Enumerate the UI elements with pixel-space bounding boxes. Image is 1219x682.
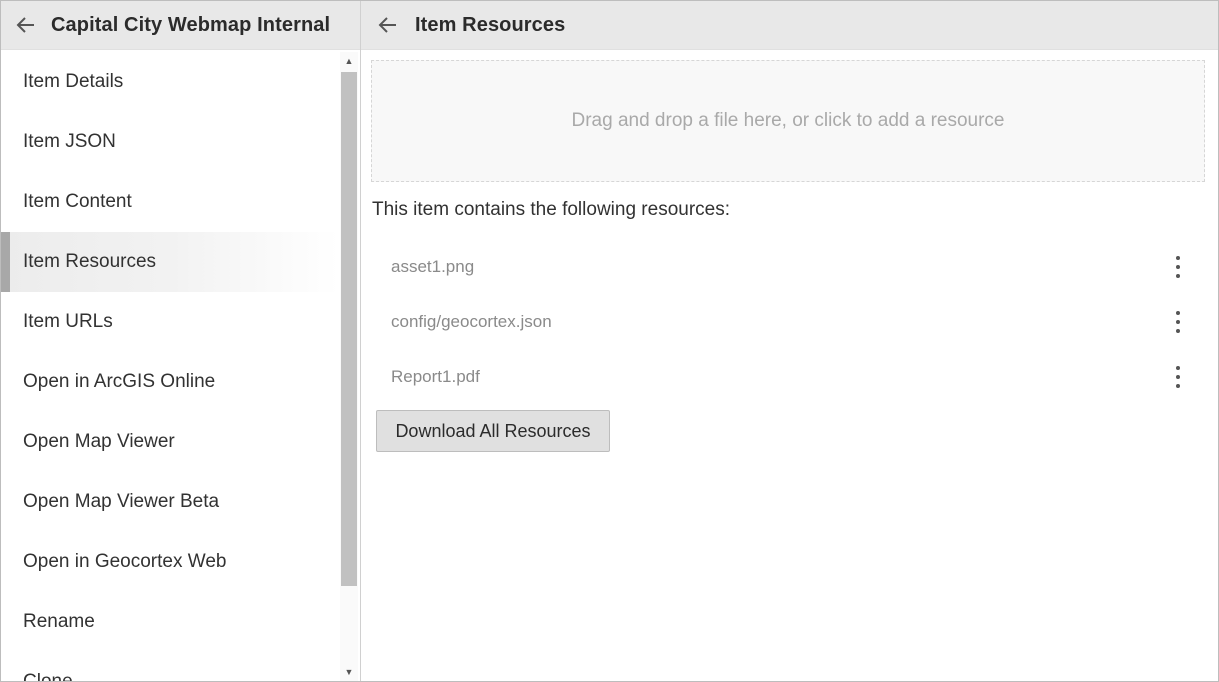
nav-item-resources[interactable]: Item Resources <box>1 232 339 292</box>
nav-item-content[interactable]: Item Content <box>1 172 339 232</box>
resource-more-button[interactable] <box>1163 362 1193 392</box>
resource-dropzone[interactable]: Drag and drop a file here, or click to a… <box>371 60 1205 182</box>
item-nav-list: Item Details Item JSON Item Content Item… <box>1 52 339 681</box>
left-pane: Capital City Webmap Internal Item Detail… <box>1 1 361 681</box>
nav-item-open-arcgis-online[interactable]: Open in ArcGIS Online <box>1 352 339 412</box>
resource-name[interactable]: config/geocortex.json <box>371 312 552 332</box>
list-item: config/geocortex.json <box>371 294 1201 349</box>
nav-item-label: Item Content <box>23 191 132 212</box>
app-window: Capital City Webmap Internal Item Detail… <box>0 0 1219 682</box>
dropzone-text: Drag and drop a file here, or click to a… <box>571 110 1005 131</box>
nav-item-label: Open in ArcGIS Online <box>23 371 216 392</box>
nav-item-label: Open Map Viewer Beta <box>23 491 220 512</box>
right-pane-header: Item Resources <box>361 1 1218 50</box>
right-pane: Item Resources Drag and drop a file here… <box>361 1 1218 681</box>
resource-more-button[interactable] <box>1163 252 1193 282</box>
nav-item-label: Item Details <box>23 71 124 92</box>
nav-item-open-geocortex-web[interactable]: Open in Geocortex Web <box>1 532 339 592</box>
list-item: asset1.png <box>371 239 1201 294</box>
resource-more-button[interactable] <box>1163 307 1193 337</box>
download-all-resources-button[interactable]: Download All Resources <box>376 410 610 452</box>
right-pane-title: Item Resources <box>415 13 566 36</box>
resource-name[interactable]: asset1.png <box>371 257 474 277</box>
nav-item-urls[interactable]: Item URLs <box>1 292 339 352</box>
kebab-menu-icon <box>1176 365 1180 388</box>
nav-item-label: Rename <box>23 611 95 632</box>
nav-item-clone[interactable]: Clone <box>1 652 339 681</box>
nav-item-open-map-viewer-beta[interactable]: Open Map Viewer Beta <box>1 472 339 532</box>
arrow-left-icon <box>378 17 396 33</box>
nav-item-open-map-viewer[interactable]: Open Map Viewer <box>1 412 339 472</box>
nav-item-label: Open in Geocortex Web <box>23 551 227 572</box>
back-button[interactable] <box>1 1 51 50</box>
nav-item-label: Item Resources <box>23 251 157 272</box>
nav-item-label: Item URLs <box>23 311 113 332</box>
list-item: Report1.pdf <box>371 349 1201 404</box>
nav-item-rename[interactable]: Rename <box>1 592 339 652</box>
nav-item-details[interactable]: Item Details <box>1 52 339 112</box>
nav-item-json[interactable]: Item JSON <box>1 112 339 172</box>
back-button[interactable] <box>361 1 415 50</box>
left-pane-header: Capital City Webmap Internal <box>1 1 360 50</box>
left-pane-title: Capital City Webmap Internal <box>51 13 331 36</box>
resources-intro-text: This item contains the following resourc… <box>372 199 730 220</box>
kebab-menu-icon <box>1176 310 1180 333</box>
kebab-menu-icon <box>1176 255 1180 278</box>
scroll-down-arrow-icon[interactable]: ▼ <box>340 663 358 681</box>
arrow-left-icon <box>16 17 34 33</box>
nav-item-label: Item JSON <box>23 131 116 152</box>
resource-name[interactable]: Report1.pdf <box>371 367 480 387</box>
nav-item-label: Open Map Viewer <box>23 431 175 452</box>
nav-item-label: Clone <box>23 671 73 681</box>
scrollbar-thumb[interactable] <box>341 72 357 586</box>
nav-scrollbar[interactable]: ▲ ▼ <box>340 52 358 681</box>
scroll-up-arrow-icon[interactable]: ▲ <box>340 52 358 70</box>
resource-list: asset1.png config/geocortex.json Report1… <box>371 239 1201 404</box>
